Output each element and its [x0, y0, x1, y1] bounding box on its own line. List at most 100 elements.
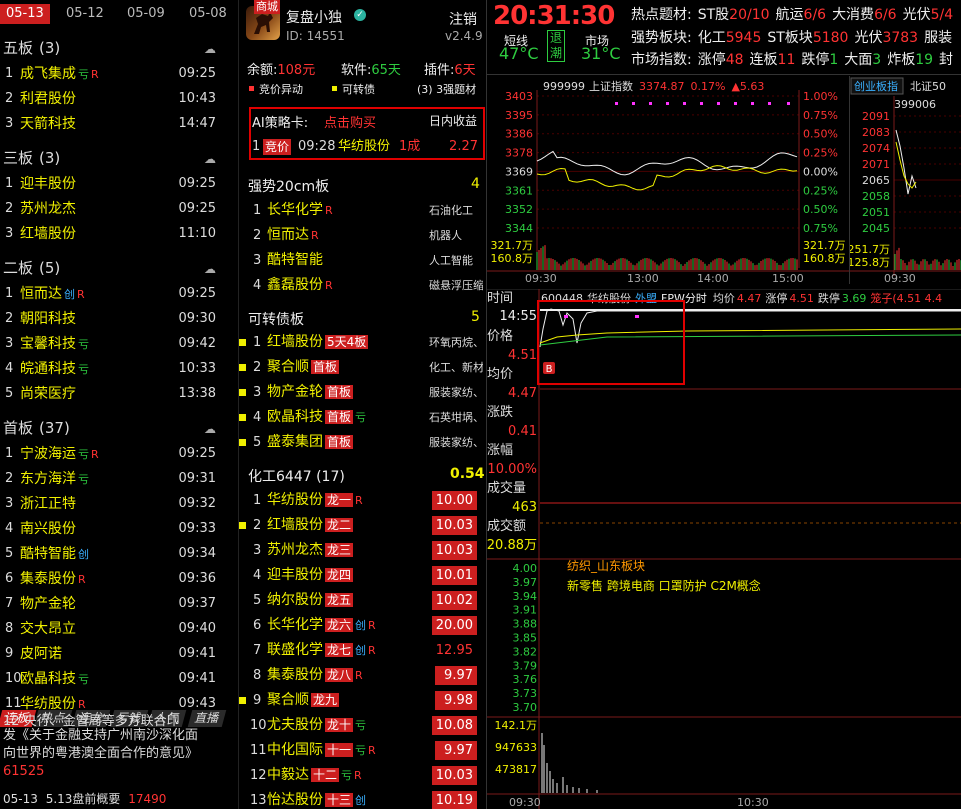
list-item[interactable]: 8 交大昂立 09:40 [0, 617, 226, 641]
list-item[interactable]: 3 天箭科技 14:47 [0, 112, 226, 136]
cloud-download-icon[interactable]: ☁ [204, 42, 220, 56]
list-item[interactable]: 10 欧晶科技亏 09:41 [0, 667, 226, 691]
list-item[interactable]: 1 宁波海运亏 R 09:25 [0, 442, 226, 466]
list-item[interactable]: 10 尤夫股份 龙十亏 10.08 [239, 713, 483, 738]
stock-tag: 创 [78, 548, 89, 561]
cloud-download-icon[interactable]: ☁ [204, 422, 220, 436]
list-item[interactable]: 4 皖通科技亏 10:33 [0, 357, 226, 381]
section-header[interactable]: 五板 (3) [3, 38, 60, 58]
list-item[interactable]: 1 迎丰股份 09:25 [0, 172, 226, 196]
list-item[interactable]: 2 苏州龙杰 09:25 [0, 197, 226, 221]
shop-badge[interactable]: 商城 [254, 0, 280, 14]
user-id: ID: 14551 [286, 29, 345, 43]
date-tab-1[interactable]: 05-12 [66, 4, 104, 24]
y-tick-label-right: 0.00% [803, 165, 838, 178]
stock-name-text: 皖通科技 [20, 361, 76, 377]
overview-item[interactable]: 化工5945 [698, 30, 762, 46]
list-item[interactable]: 1 华纺股份 龙一 R 10.00 [239, 488, 483, 513]
list-item[interactable]: 3 酷特智能 人工智能 [239, 248, 483, 273]
list-item[interactable]: 1 恒而达创 R 09:25 [0, 282, 226, 306]
overview-item[interactable]: 光伏3783 [854, 30, 918, 46]
divider [487, 74, 961, 75]
change-pct: 10.03 [431, 516, 477, 535]
list-item[interactable]: 11 中化国际 十一亏 R 9.97 [239, 738, 483, 763]
list-item[interactable]: 9 皮阿诺 09:41 [0, 642, 226, 666]
overview-row-index: 市场指数: 涨停48 连板11 跌停1 大面3 炸板19 封 [631, 49, 961, 69]
ai-row[interactable]: 1 竞价 09:28 华纺股份 1成 2.27 [252, 138, 484, 156]
tab-cyb[interactable]: 创业板指 [850, 77, 904, 95]
list-item[interactable]: 5 纳尔股份 龙五 10.02 [239, 588, 483, 613]
list-item[interactable]: 5 尚荣医疗 13:38 [0, 382, 226, 406]
list-item[interactable]: 1 成飞集成亏 R 09:25 [0, 62, 226, 86]
plugin-value: 6天 [454, 63, 476, 78]
list-item[interactable]: 13 怡达股份 十三创 10.19 [239, 788, 483, 809]
list-item[interactable]: 6 集泰股份 R 09:36 [0, 567, 226, 591]
list-item[interactable]: 3 红墙股份 11:10 [0, 222, 226, 246]
news-text[interactable]: 12 央行、金管局等多方联合印 发《关于金融支持广州南沙深化面 向世界的粤港澳全… [3, 714, 231, 781]
ai-buy-link[interactable]: 点击购买 [324, 112, 376, 131]
list-item[interactable]: 4 迎丰股份 龙四 10.01 [239, 563, 483, 588]
overview-item[interactable]: 大消费6/6 [832, 7, 897, 23]
list-item[interactable]: 3 苏州龙杰 龙三 10.03 [239, 538, 483, 563]
overview-row-hot: 热点题材: ST股20/10 航运6/6 大消费6/6 光伏5/4 [631, 4, 961, 24]
list-item[interactable]: 4 欧晶科技 首板亏 石英坩埚、 [239, 405, 483, 430]
sector-title[interactable]: 化工6447 (17) [248, 466, 345, 486]
sh-index-chart[interactable]: 999999 上证指数 3374.87 0.17% ▲5.63 3403 1.00% 3395… [487, 76, 849, 284]
list-item[interactable]: 1 长华化学 R 石油化工 [239, 198, 483, 223]
section-header[interactable]: 二板 (5) [3, 258, 60, 278]
section-header[interactable]: 首板 (37) [3, 418, 70, 438]
list-item[interactable]: 9 聚合顺 龙九 9.98 [239, 688, 483, 713]
list-item[interactable]: 2 红墙股份 龙二 10.03 [239, 513, 483, 538]
list-item[interactable]: 1 红墙股份 5天4板 环氧丙烷、 [239, 330, 483, 355]
stock-tag: R [368, 744, 376, 757]
overview-item[interactable]: 连板11 [750, 52, 796, 68]
list-item[interactable]: 3 宝馨科技亏 09:42 [0, 332, 226, 356]
overview-item[interactable]: 大面3 [844, 52, 881, 68]
overview-item[interactable]: ST股20/10 [698, 7, 770, 23]
legend-swatch-red [249, 86, 254, 91]
cloud-download-icon[interactable]: ☁ [204, 262, 220, 276]
list-item[interactable]: 5 酷特智能创 09:34 [0, 542, 226, 566]
overview-item[interactable]: 航运6/6 [776, 7, 827, 23]
signal-dot [787, 102, 790, 105]
row-index: 3 [5, 336, 14, 351]
list-item[interactable]: 2 朝阳科技 09:30 [0, 307, 226, 331]
bottom-tab[interactable]: 直播 [187, 710, 227, 727]
overview-item[interactable]: 炸板19 [887, 52, 933, 68]
list-item[interactable]: 12 中毅达 十二亏 R 10.03 [239, 763, 483, 788]
list-item[interactable]: 4 鑫磊股份 R 磁悬浮压缩 [239, 273, 483, 298]
x-tick-label: 10:30 [737, 796, 769, 809]
footer-bar[interactable]: 05-13 5.13盘前概要 17490 [3, 790, 233, 808]
list-item[interactable]: 2 聚合顺 首板 化工、新材 [239, 355, 483, 380]
list-item[interactable]: 7 物产金轮 09:37 [0, 592, 226, 616]
date-tab-2[interactable]: 05-09 [127, 4, 165, 24]
logout-button[interactable]: 注销 [449, 9, 477, 29]
overview-item[interactable]: 服装 [924, 30, 952, 46]
list-item[interactable]: 3 物产金轮 首板 服装家纺、 [239, 380, 483, 405]
overview-item[interactable]: 跌停1 [801, 52, 838, 68]
tab-bz50[interactable]: 北证50 [910, 80, 946, 93]
list-item[interactable]: 2 利君股份 10:43 [0, 87, 226, 111]
overview-item[interactable]: 封 [939, 52, 953, 68]
date-tab-3[interactable]: 05-08 [189, 4, 227, 24]
overview-item[interactable]: 光伏5/4 [903, 7, 954, 23]
row-index: 2 [253, 518, 262, 533]
signal-dot [751, 102, 754, 105]
list-item[interactable]: 5 盛泰集团 首板 服装家纺、 [239, 430, 483, 455]
stock-name-text: 纳尔股份 [267, 592, 323, 608]
list-item[interactable]: 4 南兴股份 09:33 [0, 517, 226, 541]
board-badge: 5天4板 [325, 335, 369, 349]
list-item[interactable]: 8 集泰股份 龙八 R 9.97 [239, 663, 483, 688]
list-item[interactable]: 2 恒而达 R 机器人 [239, 223, 483, 248]
cyb-index-chart[interactable]: 创业板指 北证50 399006 2091 2083 2074 2071 2065 2058 20… [850, 76, 961, 284]
list-item[interactable]: 7 联盛化学 龙七创 R 12.95 [239, 638, 483, 663]
list-item[interactable]: 2 东方海洋亏 09:31 [0, 467, 226, 491]
overview-item[interactable]: 涨停48 [698, 52, 744, 68]
stock-name: 宁波海运亏 R [20, 442, 99, 467]
overview-item[interactable]: ST板块5180 [767, 30, 848, 46]
date-tab-0[interactable]: 05-13 [0, 4, 50, 24]
list-item[interactable]: 3 浙江正特 09:32 [0, 492, 226, 516]
section-header[interactable]: 三板 (3) [3, 148, 60, 168]
list-item[interactable]: 6 长华化学 龙六创 R 20.00 [239, 613, 483, 638]
cloud-download-icon[interactable]: ☁ [204, 152, 220, 166]
